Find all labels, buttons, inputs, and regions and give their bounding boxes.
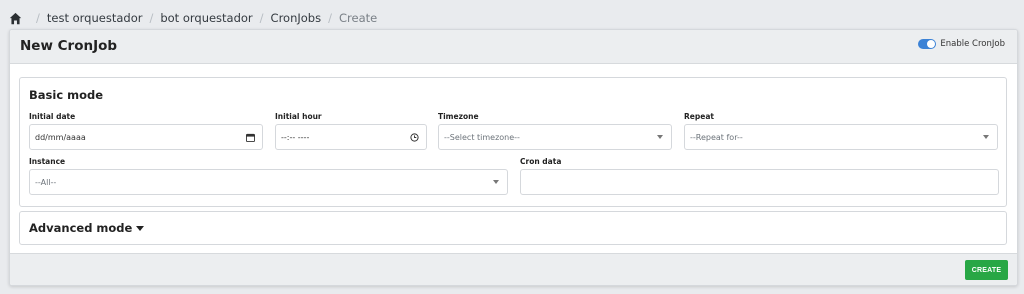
basic-mode-panel: Basic mode Initial date dd/mm/aaaa Initi… xyxy=(19,77,1007,207)
caret-down-icon xyxy=(136,226,145,231)
timezone-label: Timezone xyxy=(438,112,479,121)
card-header: New CronJob Enable CronJob xyxy=(10,30,1017,64)
cron-data-input[interactable] xyxy=(520,169,999,195)
breadcrumb-item-test-orquestador[interactable]: test orquestador xyxy=(47,11,143,25)
initial-hour-input[interactable]: --:-- ---- xyxy=(275,124,427,150)
initial-date-label: Initial date xyxy=(29,112,76,121)
cron-data-label: Cron data xyxy=(520,157,562,166)
breadcrumb-separator: / xyxy=(328,11,332,25)
repeat-value: --Repeat for-- xyxy=(690,132,743,142)
enable-cronjob-toggle[interactable]: Enable CronJob xyxy=(918,39,1005,49)
advanced-mode-title: Advanced mode xyxy=(29,221,133,235)
instance-select[interactable]: --All-- xyxy=(29,169,508,195)
initial-hour-value: --:-- ---- xyxy=(281,132,310,142)
timezone-value: --Select timezone-- xyxy=(444,132,520,142)
chevron-down-icon xyxy=(493,180,499,184)
initial-date-input[interactable]: dd/mm/aaaa xyxy=(29,124,263,150)
advanced-mode-toggle[interactable]: Advanced mode xyxy=(29,221,145,235)
repeat-label: Repeat xyxy=(684,112,714,121)
basic-mode-title: Basic mode xyxy=(29,88,104,102)
repeat-select[interactable]: --Repeat for-- xyxy=(684,124,998,150)
timezone-select[interactable]: --Select timezone-- xyxy=(438,124,672,150)
breadcrumb-separator: / xyxy=(149,11,154,25)
chevron-down-icon xyxy=(657,135,663,139)
breadcrumb-item-bot-orquestador[interactable]: bot orquestador xyxy=(160,11,252,25)
initial-hour-label: Initial hour xyxy=(275,112,322,121)
card-footer: CREATE xyxy=(10,253,1017,285)
toggle-knob xyxy=(927,40,936,48)
toggle-label: Enable CronJob xyxy=(940,39,1005,49)
breadcrumb-current: Create xyxy=(338,11,378,25)
chevron-down-icon xyxy=(983,135,989,139)
breadcrumb-separator: / xyxy=(259,11,264,25)
page-title: New CronJob xyxy=(20,38,118,54)
toggle-switch[interactable] xyxy=(918,39,937,49)
instance-value: --All-- xyxy=(35,177,57,187)
calendar-icon[interactable] xyxy=(244,131,256,143)
create-button[interactable]: CREATE xyxy=(965,260,1008,280)
advanced-mode-panel[interactable]: Advanced mode xyxy=(19,211,1007,245)
clock-icon[interactable] xyxy=(408,131,420,143)
breadcrumb-item-cronjobs[interactable]: CronJobs xyxy=(271,11,322,25)
home-icon[interactable] xyxy=(9,12,22,25)
initial-date-value: dd/mm/aaaa xyxy=(35,132,86,142)
breadcrumb: / test orquestador / bot orquestador / C… xyxy=(9,9,377,27)
cronjob-form-card: New CronJob Enable CronJob Basic mode In… xyxy=(9,29,1018,286)
instance-label: Instance xyxy=(29,157,66,166)
breadcrumb-separator: / xyxy=(36,11,40,25)
